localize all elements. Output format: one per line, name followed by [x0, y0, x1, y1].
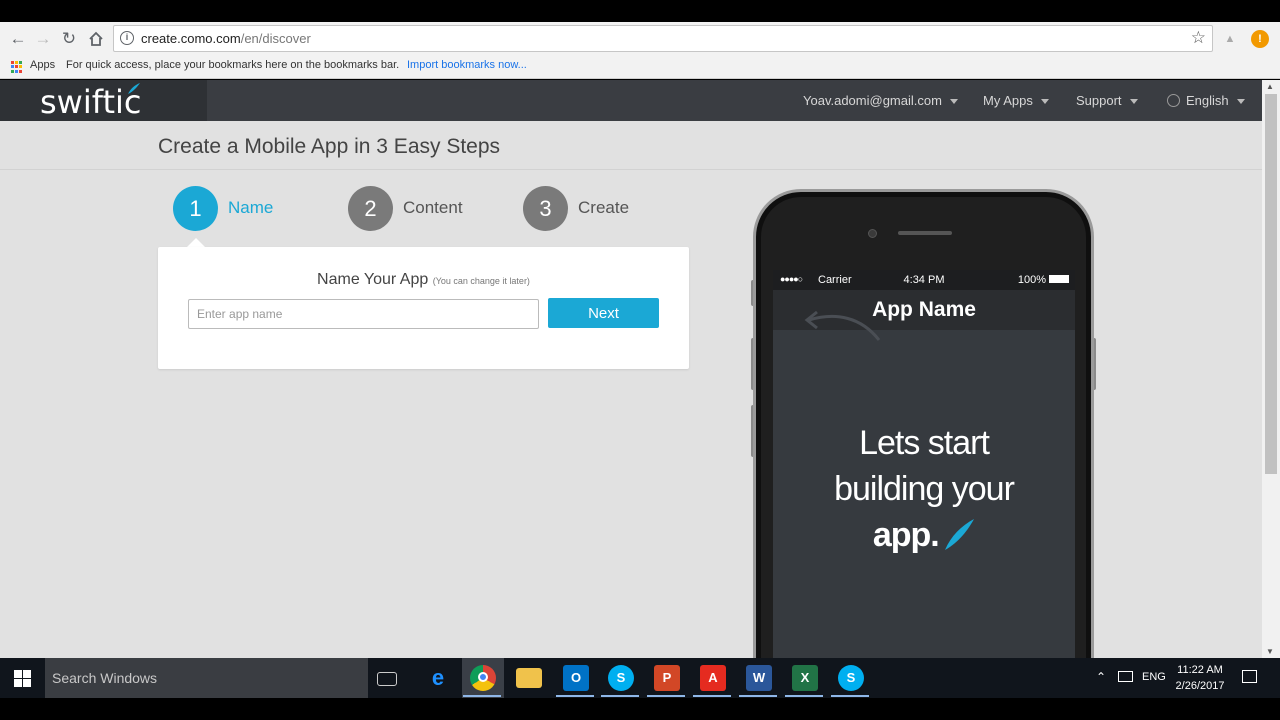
site-header: swiftic Yoav.adomi@gmail.com My Apps Sup…: [0, 80, 1262, 121]
running-indicator: [831, 695, 869, 697]
bookmarks-hint: For quick access, place your bookmarks h…: [66, 59, 400, 71]
step-3-circle[interactable]: 3: [523, 186, 568, 231]
clock[interactable]: 11:22 AM 2/26/2017: [1170, 662, 1230, 694]
page-title: Create a Mobile App in 3 Easy Steps: [158, 135, 501, 158]
phone-screen: ●●●●○ Carrier 4:34 PM 100% App Name Lets…: [773, 270, 1075, 658]
task-view-icon[interactable]: [377, 672, 397, 686]
edge-icon[interactable]: e: [425, 665, 451, 691]
running-indicator: [647, 695, 685, 697]
apps-shortcut[interactable]: Apps: [30, 59, 55, 71]
chevron-down-icon: [949, 99, 958, 105]
back-icon[interactable]: ←: [7, 28, 29, 50]
powerpoint-icon[interactable]: P: [654, 665, 680, 691]
letterbox: [0, 698, 1280, 720]
feather-icon: [945, 519, 975, 550]
pdf-icon[interactable]: A: [700, 665, 726, 691]
running-indicator: [693, 695, 731, 697]
notifications-icon[interactable]: [1242, 670, 1257, 683]
message-line-3-wrap: app.: [773, 512, 1075, 558]
drive-icon[interactable]: ▲: [1221, 30, 1239, 48]
message-line-2: building your: [834, 470, 1015, 508]
card-subtitle: (You can change it later): [432, 276, 530, 286]
network-icon[interactable]: [1118, 671, 1133, 682]
scrollbar-thumb[interactable]: [1265, 94, 1277, 474]
import-bookmarks-link[interactable]: Import bookmarks now...: [407, 59, 527, 71]
skype-business-icon[interactable]: S: [608, 665, 634, 691]
chrome-icon[interactable]: [470, 665, 496, 691]
screen: ← → ↻ i create.como.com/en/discover ☆ ▲ …: [0, 0, 1280, 720]
running-indicator: [785, 695, 823, 697]
battery-indicator: 100%: [1018, 274, 1069, 286]
address-bar[interactable]: i create.como.com/en/discover ☆: [113, 25, 1213, 52]
bookmarks-bar: Apps For quick access, place your bookma…: [0, 56, 1280, 78]
windows-start-icon[interactable]: [14, 670, 31, 687]
language-indicator[interactable]: ENG: [1142, 671, 1166, 683]
running-indicator: [601, 695, 639, 697]
step-1-circle[interactable]: 1: [173, 186, 218, 231]
arrow-icon: [804, 310, 881, 341]
phone-welcome-message: Lets start building your app.: [773, 420, 1075, 558]
excel-icon[interactable]: X: [792, 665, 818, 691]
next-button[interactable]: Next: [548, 298, 659, 328]
scroll-up-icon[interactable]: ▲: [1266, 82, 1274, 91]
globe-icon: [1167, 94, 1180, 107]
page-content: swiftic Yoav.adomi@gmail.com My Apps Sup…: [0, 80, 1262, 658]
alert-icon[interactable]: !: [1251, 30, 1269, 48]
info-icon[interactable]: i: [120, 31, 134, 45]
card-title: Name Your App (You can change it later): [158, 271, 689, 289]
battery-icon: [1049, 275, 1069, 283]
battery-percent: 100%: [1017, 274, 1046, 286]
windows-taskbar: Search Windows e O S P A W X S ⌃ ENG 11:…: [0, 658, 1280, 698]
phone-speaker: [898, 231, 952, 235]
tray-chevron-up-icon[interactable]: ⌃: [1096, 670, 1106, 684]
browser-chrome: ← → ↻ i create.como.com/en/discover ☆ ▲ …: [0, 22, 1280, 79]
chevron-down-icon: [1040, 99, 1049, 105]
taskbar-search[interactable]: Search Windows: [45, 658, 368, 698]
reload-icon[interactable]: ↻: [58, 28, 80, 50]
outlook-icon[interactable]: O: [563, 665, 589, 691]
support-menu[interactable]: Support: [1076, 93, 1138, 108]
clock-time: 11:22 AM: [1177, 664, 1223, 676]
app-name-input[interactable]: [188, 299, 539, 329]
skype-icon[interactable]: S: [838, 665, 864, 691]
language-menu[interactable]: English: [1167, 93, 1245, 108]
running-indicator: [739, 695, 777, 697]
message-line-1: Lets start: [859, 424, 990, 462]
phone-status-bar: ●●●●○ Carrier 4:34 PM 100%: [773, 270, 1075, 290]
url-text: create.como.com/en/discover: [141, 31, 311, 46]
phone-mockup: ●●●●○ Carrier 4:34 PM 100% App Name Lets…: [753, 189, 1094, 658]
clock-date: 2/26/2017: [1175, 680, 1225, 692]
active-indicator: [463, 695, 501, 697]
word-icon[interactable]: W: [746, 665, 772, 691]
home-icon[interactable]: [85, 28, 107, 50]
my-apps-menu[interactable]: My Apps: [983, 93, 1049, 108]
phone-camera: [868, 229, 877, 238]
my-apps-label: My Apps: [983, 93, 1033, 108]
account-email: Yoav.adomi@gmail.com: [803, 93, 942, 108]
page-scrollbar[interactable]: ▲ ▼: [1262, 80, 1280, 658]
message-line-3: app.: [872, 516, 940, 554]
account-menu[interactable]: Yoav.adomi@gmail.com: [803, 93, 958, 108]
support-label: Support: [1076, 93, 1122, 108]
forward-icon[interactable]: →: [32, 28, 54, 50]
feather-icon: [128, 83, 140, 94]
name-app-card: Name Your App (You can change it later) …: [158, 247, 689, 369]
card-title-text: Name Your App: [317, 271, 429, 288]
running-indicator: [556, 695, 594, 697]
logo-container[interactable]: swiftic: [0, 80, 207, 121]
file-explorer-icon[interactable]: [516, 668, 542, 688]
chevron-down-icon: [1129, 99, 1138, 105]
scroll-down-icon[interactable]: ▼: [1266, 647, 1274, 656]
step-3-label[interactable]: Create: [578, 198, 629, 218]
language-label: English: [1186, 93, 1229, 108]
step-1-label[interactable]: Name: [228, 198, 273, 218]
step-2-label[interactable]: Content: [403, 198, 463, 218]
divider: [0, 169, 1262, 170]
chevron-down-icon: [1236, 99, 1245, 105]
apps-grid-icon[interactable]: [11, 61, 23, 73]
bookmark-star-icon[interactable]: ☆: [1191, 28, 1206, 48]
step-2-circle[interactable]: 2: [348, 186, 393, 231]
